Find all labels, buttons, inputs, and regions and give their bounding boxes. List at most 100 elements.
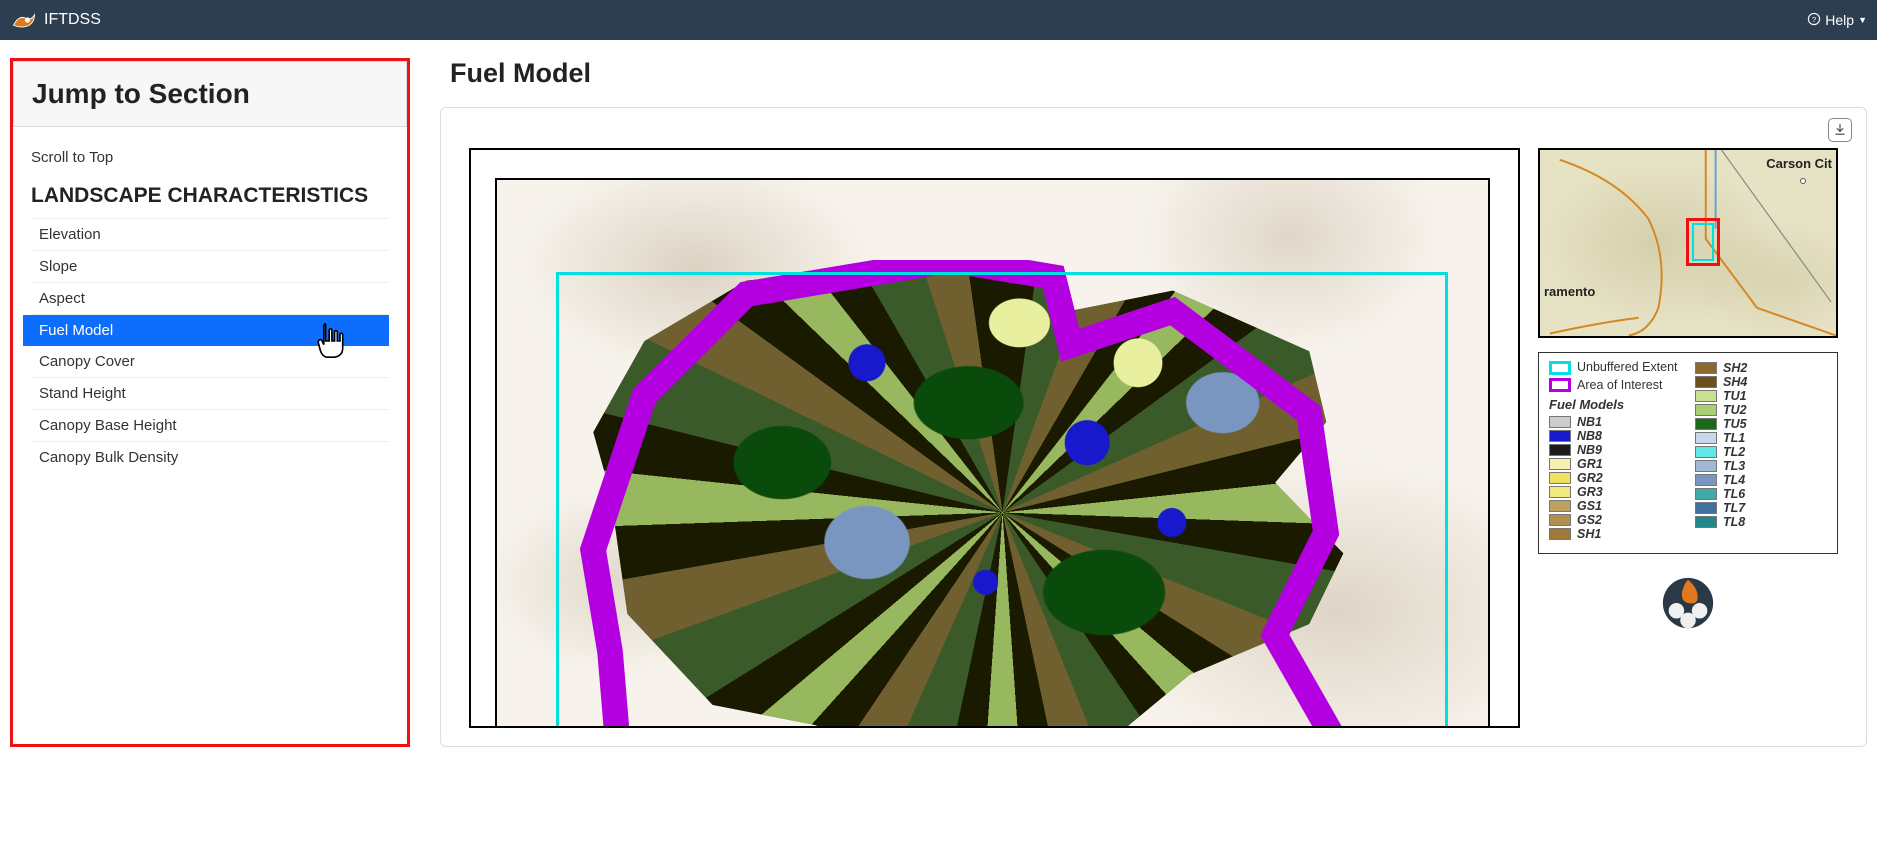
menu-item-stand-height[interactable]: Stand Height [31, 378, 389, 410]
legend-area-of-interest: Area of Interest [1549, 378, 1681, 392]
swatch-icon [1695, 432, 1717, 444]
legend-item-tl6: TL6 [1695, 487, 1827, 501]
help-menu[interactable]: ? Help ▼ [1807, 12, 1867, 29]
sidebar-title: Jump to Section [13, 61, 407, 127]
legend-item-tl1: TL1 [1695, 431, 1827, 445]
legend-label: NB9 [1577, 443, 1602, 457]
swatch-icon [1549, 500, 1571, 512]
swatch-icon [1695, 418, 1717, 430]
legend-item-gr2: GR2 [1549, 471, 1681, 485]
legend-item-sh1: SH1 [1549, 527, 1681, 541]
map-panel: Carson Cit ramento Unbuffered Extent [440, 107, 1867, 747]
swatch-icon [1695, 516, 1717, 528]
legend-label: SH2 [1723, 361, 1747, 375]
legend-label: GS1 [1577, 499, 1602, 513]
legend-label: TL3 [1723, 459, 1745, 473]
swatch-icon [1695, 376, 1717, 388]
brand-logo-icon [10, 9, 38, 31]
legend-label: TL8 [1723, 515, 1745, 529]
area-of-interest-layer [576, 260, 1428, 728]
scroll-to-top-link[interactable]: Scroll to Top [31, 137, 389, 178]
legend-item-gr3: GR3 [1549, 485, 1681, 499]
overview-map[interactable]: Carson Cit ramento [1538, 148, 1838, 338]
legend-label: TL1 [1723, 431, 1745, 445]
jump-to-section-panel: Jump to Section Scroll to Top LANDSCAPE … [10, 58, 410, 747]
legend-item-nb1: NB1 [1549, 415, 1681, 429]
menu-item-slope[interactable]: Slope [31, 251, 389, 283]
download-icon [1833, 123, 1847, 137]
swatch-icon [1549, 458, 1571, 470]
legend-item-gs2: GS2 [1549, 513, 1681, 527]
legend-item-gs1: GS1 [1549, 499, 1681, 513]
swatch-icon [1549, 430, 1571, 442]
help-icon: ? [1807, 12, 1821, 29]
topbar: IFTDSS ? Help ▼ [0, 0, 1877, 40]
menu-item-aspect[interactable]: Aspect [31, 283, 389, 315]
download-button[interactable] [1828, 118, 1852, 142]
page-title: Fuel Model [440, 58, 1867, 107]
footer-logo [1538, 568, 1838, 632]
legend-label: TL6 [1723, 487, 1745, 501]
legend-item-nb9: NB9 [1549, 443, 1681, 457]
legend-item-tl2: TL2 [1695, 445, 1827, 459]
legend-item-tu2: TU2 [1695, 403, 1827, 417]
legend-fuel-models-header: Fuel Models [1549, 397, 1681, 412]
help-label: Help [1825, 12, 1854, 28]
app-name: IFTDSS [44, 11, 101, 29]
swatch-icon [1549, 416, 1571, 428]
swatch-icon [1695, 404, 1717, 416]
legend-label: TL4 [1723, 473, 1745, 487]
swatch-icon [1695, 474, 1717, 486]
swatch-icon [1549, 444, 1571, 456]
swatch-unbuffered-icon [1549, 361, 1571, 375]
legend-panel: Unbuffered Extent Area of Interest Fuel … [1538, 352, 1838, 554]
overview-unbuffered-box [1692, 223, 1714, 261]
legend-label: SH1 [1577, 527, 1601, 541]
main-map[interactable] [469, 148, 1520, 728]
legend-label: GS2 [1577, 513, 1602, 527]
legend-label: GR1 [1577, 457, 1603, 471]
menu-item-canopy-base-height[interactable]: Canopy Base Height [31, 410, 389, 442]
legend-label: TL7 [1723, 501, 1745, 515]
legend-item-tu5: TU5 [1695, 417, 1827, 431]
legend-label: SH4 [1723, 375, 1747, 389]
section-menu: Elevation Slope Aspect Fuel Model Canopy… [31, 218, 389, 473]
legend-item-tu1: TU1 [1695, 389, 1827, 403]
menu-item-canopy-cover[interactable]: Canopy Cover [31, 346, 389, 378]
swatch-icon [1695, 390, 1717, 402]
svg-text:?: ? [1812, 14, 1816, 23]
legend-label: NB1 [1577, 415, 1602, 429]
legend-unbuffered-extent: Unbuffered Extent [1549, 361, 1681, 375]
legend-item-tl4: TL4 [1695, 473, 1827, 487]
category-landscape-characteristics: LANDSCAPE CHARACTERISTICS [31, 178, 389, 218]
legend-label: NB8 [1577, 429, 1602, 443]
legend-item-tl7: TL7 [1695, 501, 1827, 515]
chevron-down-icon: ▼ [1858, 15, 1867, 25]
swatch-icon [1695, 362, 1717, 374]
swatch-icon [1695, 502, 1717, 514]
legend-item-tl8: TL8 [1695, 515, 1827, 529]
map-inner-frame [495, 178, 1490, 728]
city-dot [1800, 178, 1806, 184]
legend-item-nb8: NB8 [1549, 429, 1681, 443]
map-label-carson-city: Carson Cit [1766, 156, 1832, 171]
menu-item-fuel-model[interactable]: Fuel Model [23, 315, 389, 346]
legend-item-tl3: TL3 [1695, 459, 1827, 473]
legend-label: TU5 [1723, 417, 1747, 431]
legend-label: GR3 [1577, 485, 1603, 499]
legend-label: TU2 [1723, 403, 1747, 417]
brand: IFTDSS [10, 9, 101, 31]
menu-item-canopy-bulk-density[interactable]: Canopy Bulk Density [31, 442, 389, 473]
map-label-sacramento: ramento [1544, 284, 1595, 299]
swatch-icon [1549, 486, 1571, 498]
swatch-icon [1695, 488, 1717, 500]
swatch-aoi-icon [1549, 378, 1571, 392]
legend-item-sh2: SH2 [1695, 361, 1827, 375]
legend-item-gr1: GR1 [1549, 457, 1681, 471]
legend-item-sh4: SH4 [1695, 375, 1827, 389]
swatch-icon [1695, 460, 1717, 472]
menu-item-label: Fuel Model [39, 322, 113, 339]
menu-item-elevation[interactable]: Elevation [31, 219, 389, 251]
swatch-icon [1549, 528, 1571, 540]
swatch-icon [1549, 514, 1571, 526]
